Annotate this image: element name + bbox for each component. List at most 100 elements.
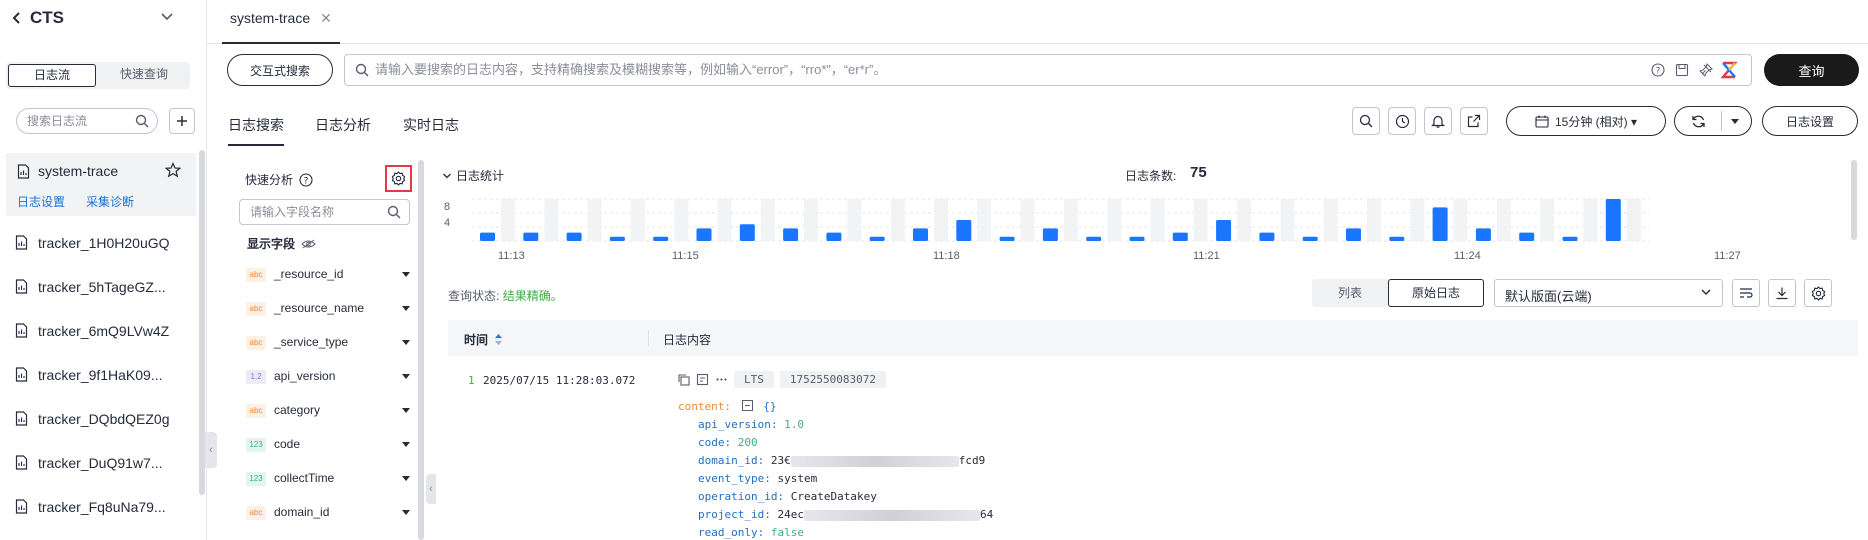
histogram-bar[interactable] — [869, 236, 885, 241]
histogram-bar[interactable] — [653, 236, 669, 241]
field-item[interactable]: 123 collectTime — [246, 469, 414, 489]
histogram-bar[interactable] — [783, 228, 799, 241]
histogram-bar[interactable] — [1389, 236, 1405, 241]
back-icon[interactable] — [12, 11, 22, 25]
caret-down-icon[interactable] — [402, 476, 410, 481]
histogram-bar[interactable] — [1172, 232, 1188, 241]
refresh-button[interactable] — [1675, 107, 1721, 135]
histogram-bar[interactable] — [913, 228, 928, 241]
histogram-bar[interactable] — [1086, 236, 1102, 241]
sidebar-collapse-handle[interactable]: ‹ — [205, 432, 217, 468]
panel-collapse-handle[interactable]: ‹ — [426, 474, 436, 504]
column-time[interactable]: 时间 — [464, 331, 503, 348]
more-icon[interactable] — [715, 373, 728, 386]
close-icon[interactable]: ✕ — [320, 10, 332, 27]
quick-analysis-scrollbar[interactable] — [418, 160, 424, 540]
field-item[interactable]: abc _resource_name — [246, 299, 414, 319]
stream-item[interactable]: tracker_Fq8uNa79... — [6, 492, 196, 522]
add-stream-button[interactable] — [169, 108, 195, 134]
field-item[interactable]: 1.2 api_version — [246, 367, 414, 387]
field-item[interactable]: abc _resource_id — [246, 265, 414, 285]
search-icon[interactable] — [135, 114, 149, 128]
histogram-bar[interactable] — [1562, 236, 1578, 241]
histogram-bar[interactable] — [480, 232, 495, 241]
subtab-realtime-log[interactable]: 实时日志 — [403, 115, 459, 135]
caret-down-icon[interactable] — [402, 306, 410, 311]
histogram-bar[interactable] — [1475, 228, 1491, 241]
tab-system-trace[interactable]: system-trace ✕ — [222, 0, 340, 44]
save-icon[interactable] — [1675, 63, 1689, 77]
caret-down-icon[interactable] — [402, 272, 410, 277]
field-item[interactable]: abc domain_id — [246, 503, 414, 523]
help-icon[interactable]: ? — [1651, 63, 1665, 77]
stream-item-active[interactable]: system-trace 日志设置 采集诊断 — [6, 153, 196, 216]
log-settings-button[interactable]: 日志设置 — [1762, 106, 1858, 136]
star-icon[interactable] — [165, 162, 181, 178]
download-button[interactable] — [1768, 279, 1796, 307]
histogram-bar[interactable] — [826, 232, 842, 241]
histogram-bar[interactable] — [956, 220, 972, 241]
histogram-bar[interactable] — [1432, 207, 1448, 241]
time-range-selector[interactable]: 15分钟 (相对) ▾ — [1506, 106, 1666, 136]
subtab-log-search[interactable]: 日志搜索 — [228, 115, 284, 146]
log-histogram[interactable]: 8 4 11:13 11:15 11:18 11:21 11:24 11:27 — [440, 190, 1820, 266]
caret-down-icon[interactable] — [402, 374, 410, 379]
history-button[interactable] — [1388, 107, 1416, 135]
stream-search-input[interactable] — [27, 114, 127, 128]
layout-select[interactable]: 默认版面(云端) — [1494, 279, 1723, 307]
histogram-bar[interactable] — [566, 232, 582, 241]
stream-item[interactable]: tracker_1H0H20uGQ — [6, 228, 196, 258]
field-search-input[interactable] — [250, 205, 380, 219]
histogram-bar[interactable] — [1346, 228, 1361, 241]
alarm-button[interactable] — [1424, 107, 1452, 135]
format-button[interactable] — [1732, 279, 1760, 307]
log-settings-link[interactable]: 日志设置 — [17, 193, 65, 210]
histogram-bar[interactable] — [1519, 232, 1535, 241]
subtab-log-analysis[interactable]: 日志分析 — [315, 115, 371, 135]
main-scrollbar[interactable] — [1851, 160, 1857, 240]
quick-analysis-settings-button[interactable] — [385, 165, 412, 192]
view-list-option[interactable]: 列表 — [1312, 279, 1388, 307]
caret-down-icon[interactable] — [1731, 119, 1739, 124]
histogram-bar[interactable] — [1259, 232, 1275, 241]
context-icon[interactable] — [696, 373, 709, 386]
search-toggle-button[interactable] — [1352, 107, 1380, 135]
search-icon[interactable] — [387, 205, 401, 219]
field-item[interactable]: abc _service_type — [246, 333, 414, 353]
view-raw-option[interactable]: 原始日志 — [1388, 279, 1484, 307]
stream-item[interactable]: tracker_5hTageGZ... — [6, 272, 196, 302]
table-settings-button[interactable] — [1804, 279, 1832, 307]
query-submit-button[interactable]: 查询 — [1764, 54, 1859, 86]
histogram-bar[interactable] — [1129, 236, 1145, 241]
stream-item[interactable]: tracker_DQbdQEZ0g — [6, 404, 196, 434]
histogram-bar[interactable] — [1216, 220, 1232, 241]
histogram-bar[interactable] — [609, 236, 625, 241]
log-stats-header[interactable]: 日志统计 — [442, 167, 504, 184]
histogram-bar[interactable] — [739, 224, 755, 241]
field-item[interactable]: abc category — [246, 401, 414, 421]
histogram-bar[interactable] — [1605, 199, 1621, 241]
share-button[interactable] — [1460, 107, 1488, 135]
histogram-bar[interactable] — [523, 232, 539, 241]
collect-diagnose-link[interactable]: 采集诊断 — [86, 193, 134, 210]
ai-assistant-icon[interactable] — [1721, 61, 1737, 79]
segment-quick-query[interactable]: 快速查询 — [100, 64, 188, 87]
histogram-bar[interactable] — [1302, 236, 1318, 241]
chevron-down-icon[interactable] — [160, 12, 174, 22]
query-input[interactable] — [375, 62, 1625, 77]
caret-down-icon[interactable] — [402, 442, 410, 447]
interactive-search-button[interactable]: 交互式搜索 — [227, 54, 333, 86]
caret-down-icon[interactable] — [402, 340, 410, 345]
histogram-bar[interactable] — [1042, 228, 1058, 241]
segment-log-streams[interactable]: 日志流 — [8, 64, 96, 87]
caret-down-icon[interactable] — [402, 510, 410, 515]
stream-item[interactable]: tracker_DuQ91w7... — [6, 448, 196, 478]
caret-down-icon[interactable] — [402, 408, 410, 413]
field-item[interactable]: 123 code — [246, 435, 414, 455]
pin-icon[interactable] — [1699, 63, 1713, 77]
histogram-bar[interactable] — [696, 228, 712, 241]
stream-item[interactable]: tracker_9f1HaK09... — [6, 360, 196, 390]
copy-icon[interactable] — [677, 373, 690, 386]
collapse-json-icon[interactable] — [741, 400, 753, 411]
stream-item[interactable]: tracker_6mQ9LVw4Z — [6, 316, 196, 346]
